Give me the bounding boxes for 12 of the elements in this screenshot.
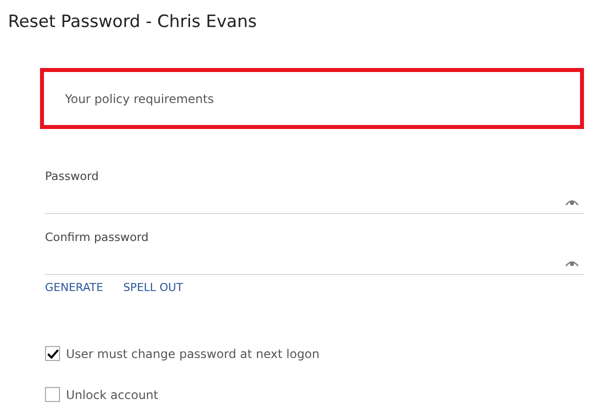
eye-icon[interactable] <box>565 259 579 267</box>
checkbox[interactable] <box>45 387 60 402</box>
checkbox-label: User must change password at next logon <box>66 346 320 360</box>
policy-text: Your policy requirements <box>65 92 214 106</box>
window-title: Reset Password - Chris Evans <box>7 11 258 34</box>
action-link[interactable]: GENERATE <box>45 281 104 294</box>
action-link[interactable]: SPELL OUT <box>123 281 183 294</box>
field-label: Confirm password <box>45 230 150 246</box>
field-label: Password <box>45 169 100 185</box>
eye-icon[interactable] <box>565 198 579 206</box>
checkbox-label: Unlock account <box>66 388 158 402</box>
checkbox[interactable] <box>45 346 60 361</box>
